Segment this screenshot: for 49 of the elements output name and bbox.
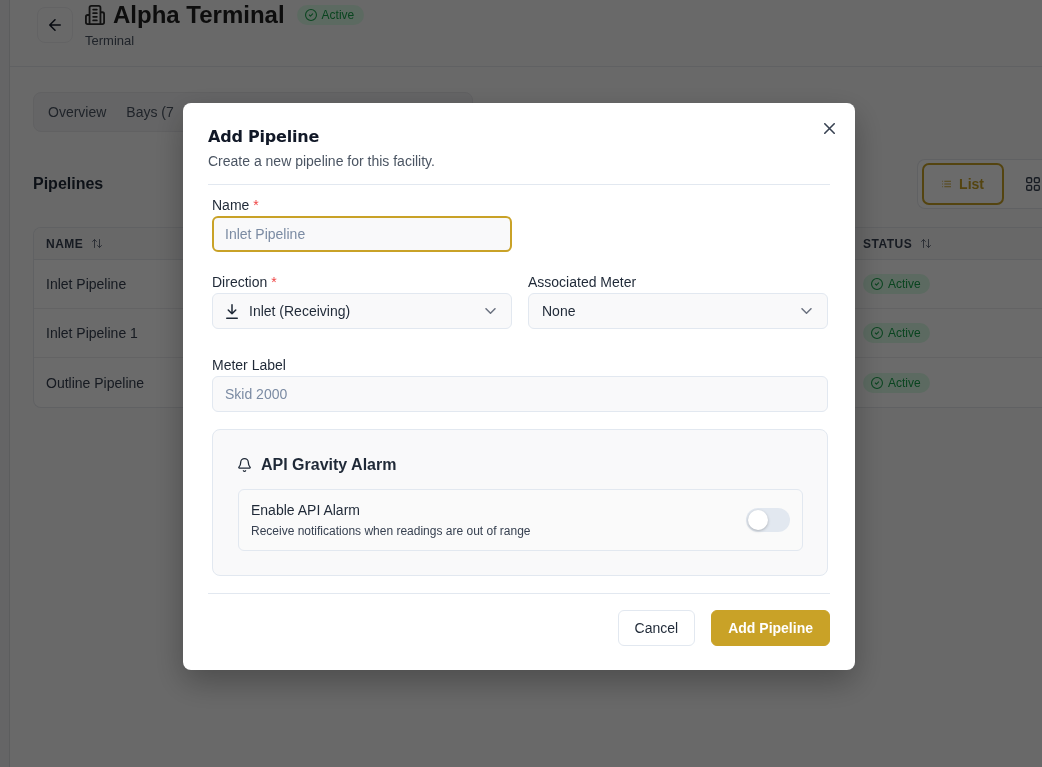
close-icon bbox=[823, 122, 835, 134]
table-cell: Inlet Pipeline 1 bbox=[46, 325, 138, 341]
list-view-button[interactable]: List bbox=[922, 163, 1004, 205]
tab[interactable]: Bays (7 bbox=[118, 96, 182, 128]
arrow-left-icon bbox=[49, 19, 61, 31]
status-text: Active bbox=[888, 326, 921, 340]
field-label: Direction * bbox=[212, 273, 278, 291]
setting-description: Receive notifications when readings are out of range bbox=[251, 523, 531, 539]
download-arrow-icon bbox=[226, 303, 238, 319]
back-button[interactable] bbox=[37, 7, 73, 43]
page-subtitle: Terminal bbox=[85, 33, 136, 49]
check-circle-icon bbox=[871, 327, 883, 339]
field-label: Associated Meter bbox=[528, 273, 638, 291]
check-circle-icon bbox=[304, 9, 317, 21]
table-cell: Inlet Pipeline bbox=[46, 276, 127, 292]
tab[interactable]: Overview bbox=[40, 96, 115, 128]
dialog-description: Create a new pipeline for this facility. bbox=[208, 152, 436, 171]
field-label: Meter Label bbox=[212, 356, 287, 374]
direction-select[interactable]: Inlet (Receiving) bbox=[212, 293, 512, 329]
close-button[interactable] bbox=[821, 120, 837, 136]
section-title: Pipelines bbox=[33, 174, 104, 194]
chevron-down-icon bbox=[801, 308, 812, 314]
sort-icon bbox=[921, 239, 932, 248]
chevron-down-icon bbox=[485, 308, 496, 314]
meter-label-input[interactable]: Skid 2000 bbox=[212, 376, 828, 412]
bell-icon bbox=[238, 458, 251, 472]
status-text: Active bbox=[321, 8, 355, 22]
setting-label: Enable API Alarm bbox=[251, 501, 361, 519]
grid-icon bbox=[1026, 177, 1040, 191]
check-circle-icon bbox=[871, 376, 883, 389]
page-title: Alpha Terminal bbox=[113, 0, 285, 30]
field-label: Name * bbox=[212, 196, 260, 214]
check-circle-icon bbox=[871, 278, 883, 290]
grid-view-button[interactable] bbox=[1026, 177, 1040, 191]
meter-select[interactable]: None bbox=[528, 293, 828, 329]
status-text: Active bbox=[888, 277, 921, 291]
dialog-title: Add Pipeline bbox=[208, 126, 321, 148]
toggle-switch[interactable] bbox=[746, 508, 790, 532]
secondary-button[interactable]: Cancel bbox=[617, 610, 696, 646]
primary-button[interactable]: Add Pipeline bbox=[711, 610, 830, 646]
list-icon bbox=[942, 178, 952, 190]
table-cell: Outline Pipeline bbox=[46, 374, 145, 391]
building-icon bbox=[85, 5, 105, 25]
column-header[interactable]: NAME bbox=[46, 236, 103, 251]
status-text: Active bbox=[888, 375, 921, 390]
alarm-title: API Gravity Alarm bbox=[261, 455, 397, 475]
sort-icon bbox=[92, 239, 103, 248]
column-header[interactable]: STATUS bbox=[863, 236, 932, 251]
name-input[interactable]: Inlet Pipeline bbox=[212, 216, 512, 252]
